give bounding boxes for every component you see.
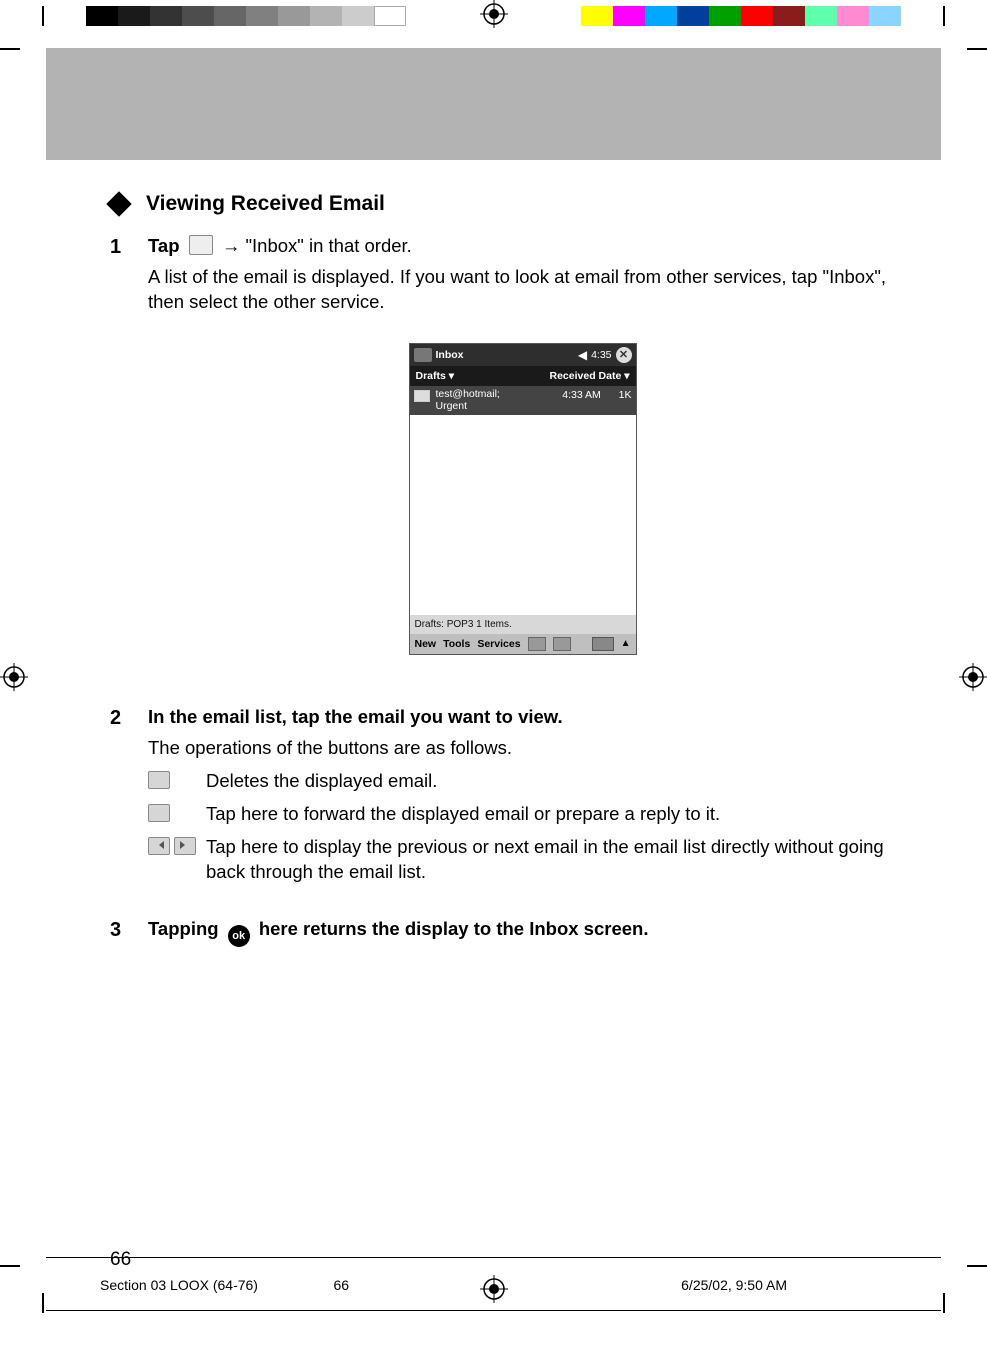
footer-rule	[46, 1257, 941, 1258]
next-icon	[174, 837, 196, 855]
sync-icon	[553, 637, 571, 651]
msg-time: 4:33 AM	[562, 388, 601, 402]
crop-mark-icon	[943, 6, 945, 26]
step-3: 3 Tapping ok here returns the display to…	[110, 917, 897, 947]
button-row-prev-next: Tap here to display the previous or next…	[148, 835, 897, 885]
screenshot-message-row: test@hotmail; Urgent 4:33 AM 1K	[410, 386, 636, 414]
section-title: Viewing Received Email	[110, 190, 897, 218]
button-row-reply: Tap here to forward the displayed email …	[148, 802, 897, 829]
button-row-text: Tap here to display the previous or next…	[206, 835, 897, 885]
sort-right: Received Date	[550, 369, 630, 383]
footer-left: Section 03 LOOX (64-76)	[100, 1277, 258, 1293]
sort-left: Drafts	[416, 369, 455, 383]
registration-mark-icon	[480, 0, 508, 28]
crop-mark-icon	[0, 1265, 20, 1267]
inbox-screenshot: Inbox ◀ 4:35 ✕ Drafts Received Date	[148, 343, 897, 655]
cmyk-color-bar	[581, 6, 901, 26]
crop-mark-icon	[967, 48, 987, 50]
crop-mark-icon	[42, 6, 44, 26]
step-heading: In the email list, tap the email you wan…	[148, 705, 897, 730]
connect-icon	[528, 637, 546, 651]
section-title-text: Viewing Received Email	[146, 190, 385, 218]
step-heading: Tap → "Inbox" in that order.	[148, 234, 897, 259]
page-number: 66	[110, 1247, 897, 1273]
ok-icon: ok	[228, 925, 250, 947]
header-band	[46, 48, 941, 160]
footer-rule	[46, 1310, 941, 1311]
screenshot-toolbar: New Tools Services ▲	[410, 634, 636, 654]
step-number: 3	[110, 917, 148, 947]
registration-mark-icon	[959, 663, 987, 691]
crop-mark-icon	[0, 48, 20, 50]
step-head-b: here returns the display to the Inbox sc…	[259, 918, 649, 939]
button-row-delete: Deletes the displayed email.	[148, 769, 897, 796]
menu-services: Services	[477, 637, 520, 651]
menu-tools: Tools	[443, 637, 470, 651]
document-body: Viewing Received Email 1 Tap → "Inbox" i…	[110, 190, 897, 1273]
reply-forward-icon	[148, 804, 170, 822]
step-1: 1 Tap → "Inbox" in that order. A list of…	[110, 234, 897, 695]
close-icon: ✕	[616, 347, 632, 363]
page: Viewing Received Email 1 Tap → "Inbox" i…	[0, 0, 987, 1353]
diamond-bullet-icon	[106, 191, 131, 216]
menu-new: New	[415, 637, 437, 651]
msg-size: 1K	[619, 388, 632, 402]
step-head-b: → "Inbox" in that order.	[222, 235, 412, 256]
msg-subject: Urgent	[436, 400, 468, 412]
grayscale-color-bar	[86, 6, 406, 26]
envelope-icon	[414, 390, 430, 402]
start-flag-icon	[189, 235, 213, 255]
crop-mark-icon	[967, 1265, 987, 1267]
delete-icon	[148, 771, 170, 789]
start-flag-icon	[414, 348, 432, 362]
registration-mark-icon	[0, 663, 28, 691]
msg-sender: test@hotmail;	[436, 388, 500, 400]
screenshot-titlebar: Inbox ◀ 4:35 ✕	[410, 344, 636, 366]
prev-icon	[148, 837, 170, 855]
step-description: The operations of the buttons are as fol…	[148, 736, 897, 761]
speaker-icon: ◀	[578, 347, 587, 363]
screenshot-status-bar: Drafts: POP3 1 Items.	[410, 615, 636, 635]
screenshot-blank-area	[410, 415, 636, 615]
step-head-a: Tapping	[148, 918, 219, 939]
crop-mark-icon	[42, 1293, 44, 1313]
registration-mark-icon	[480, 1275, 508, 1303]
screenshot-clock: 4:35	[591, 348, 611, 362]
screenshot-title: Inbox	[436, 348, 464, 362]
step-number: 2	[110, 705, 148, 891]
up-arrow-icon: ▲	[621, 637, 631, 651]
footer-center: 66	[334, 1277, 350, 1293]
crop-mark-icon	[943, 1293, 945, 1313]
step-2: 2 In the email list, tap the email you w…	[110, 705, 897, 891]
step-heading: Tapping ok here returns the display to t…	[148, 917, 897, 947]
footer-right: 6/25/02, 9:50 AM	[681, 1277, 787, 1293]
keyboard-icon	[592, 637, 614, 651]
step-description: A list of the email is displayed. If you…	[148, 265, 897, 315]
screenshot-sort-row: Drafts Received Date	[410, 366, 636, 386]
step-head-a: Tap	[148, 235, 180, 256]
step-number: 1	[110, 234, 148, 695]
button-row-text: Tap here to forward the displayed email …	[206, 802, 720, 827]
button-row-text: Deletes the displayed email.	[206, 769, 437, 794]
